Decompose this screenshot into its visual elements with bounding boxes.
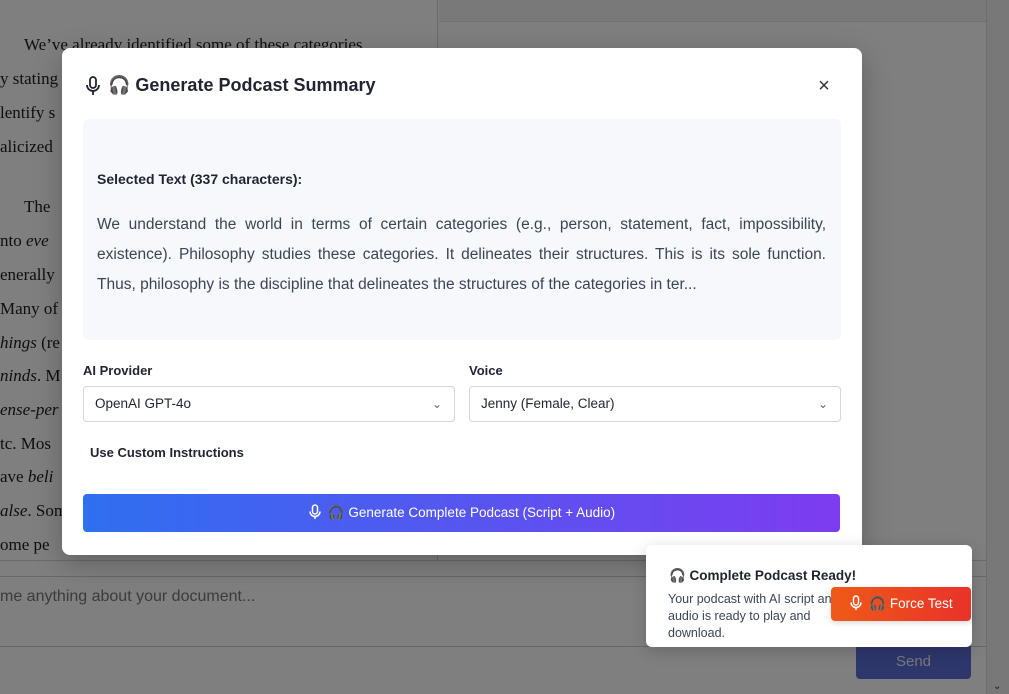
selected-text-content: We understand the world in terms of cert… (97, 216, 826, 293)
chevron-down-icon: ⌄ (431, 397, 442, 411)
force-test-label: 🎧 Force Test (869, 596, 953, 611)
ai-provider-label: AI Provider (83, 363, 153, 378)
force-test-button[interactable]: 🎧 Force Test (831, 587, 971, 621)
ai-provider-value: OpenAI GPT-4o (95, 396, 192, 411)
voice-value: Jenny (Female, Clear) (481, 396, 615, 411)
custom-instructions-toggle[interactable]: Use Custom Instructions (90, 445, 244, 460)
ai-provider-select[interactable]: OpenAI GPT-4o ⌄ (83, 386, 455, 422)
podcast-modal: 🎧 Generate Podcast Summary × Selected Te… (62, 48, 862, 555)
modal-title: 🎧 Generate Podcast Summary (84, 75, 376, 96)
generate-podcast-button[interactable]: 🎧 Generate Complete Podcast (Script + Au… (83, 494, 840, 532)
voice-label: Voice (469, 363, 503, 378)
selected-text-box: Selected Text (337 characters): We under… (83, 119, 841, 340)
modal-title-text: 🎧 Generate Podcast Summary (108, 75, 376, 95)
microphone-icon (308, 503, 322, 523)
close-button[interactable]: × (814, 75, 834, 97)
selected-text-label: Selected Text (337 characters): (97, 171, 303, 187)
voice-select[interactable]: Jenny (Female, Clear) ⌄ (469, 386, 841, 422)
microphone-icon (849, 594, 863, 614)
toast-title: 🎧 Complete Podcast Ready! (669, 568, 857, 583)
microphone-icon (84, 75, 102, 96)
chevron-down-icon: ⌄ (817, 397, 828, 411)
generate-podcast-label: 🎧 Generate Complete Podcast (Script + Au… (327, 505, 616, 520)
